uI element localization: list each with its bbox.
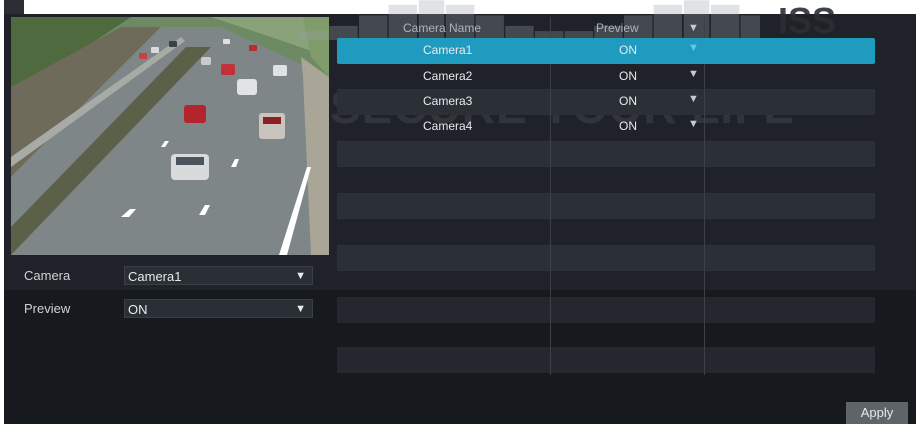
preview-cell[interactable]: ON: [619, 94, 637, 108]
table-stripe: [337, 193, 875, 219]
chevron-down-icon[interactable]: ▼: [688, 42, 699, 54]
table-stripe: [337, 347, 875, 373]
chevron-down-icon[interactable]: ▼: [688, 22, 699, 34]
chevron-down-icon: ▼: [295, 270, 306, 282]
table-row[interactable]: Camera4 ON ▼: [337, 114, 875, 140]
camera-video-preview: [11, 17, 329, 255]
camera-name-cell: Camera1: [423, 43, 473, 57]
table-row[interactable]: Camera1 ON ▼: [337, 38, 875, 64]
preview-settings-screen: ▂▃▅▇█▇▅▃▂▂▃▅▇█▇▅▃▂ ISS SECURE YOUR LIFE …: [0, 0, 916, 424]
table-stripe: [337, 141, 875, 167]
chevron-down-icon[interactable]: ▼: [688, 118, 699, 130]
chevron-down-icon[interactable]: ▼: [688, 68, 699, 80]
table-stripe: [337, 245, 875, 271]
camera-preview-table: Camera Name Preview ▼ Camera1 ON ▼ Camer…: [337, 17, 875, 375]
chevron-down-icon[interactable]: ▼: [688, 93, 699, 105]
table-row[interactable]: Camera3 ON ▼: [337, 89, 875, 115]
camera-name-cell: Camera2: [423, 69, 473, 83]
camera-name-cell: Camera4: [423, 119, 473, 133]
camera-name-cell: Camera3: [423, 94, 473, 108]
preview-cell[interactable]: ON: [619, 43, 637, 57]
table-stripe: [337, 297, 875, 323]
camera-select[interactable]: Camera1 ▼: [124, 266, 313, 285]
table-row[interactable]: Camera2 ON ▼: [337, 64, 875, 90]
preview-select-value: ON: [128, 302, 148, 317]
camera-select-value: Camera1: [128, 269, 182, 284]
chevron-down-icon: ▼: [295, 303, 306, 315]
preview-label: Preview: [24, 301, 71, 316]
preview-cell[interactable]: ON: [619, 69, 637, 83]
column-header-camera-name[interactable]: Camera Name: [403, 21, 481, 35]
preview-cell[interactable]: ON: [619, 119, 637, 133]
highway-scene-image: [11, 17, 329, 255]
camera-label: Camera: [24, 268, 71, 283]
watermark-bar: [4, 0, 24, 14]
apply-button[interactable]: Apply: [846, 402, 908, 424]
preview-select[interactable]: ON ▼: [124, 299, 313, 318]
column-header-preview[interactable]: Preview: [596, 21, 639, 35]
